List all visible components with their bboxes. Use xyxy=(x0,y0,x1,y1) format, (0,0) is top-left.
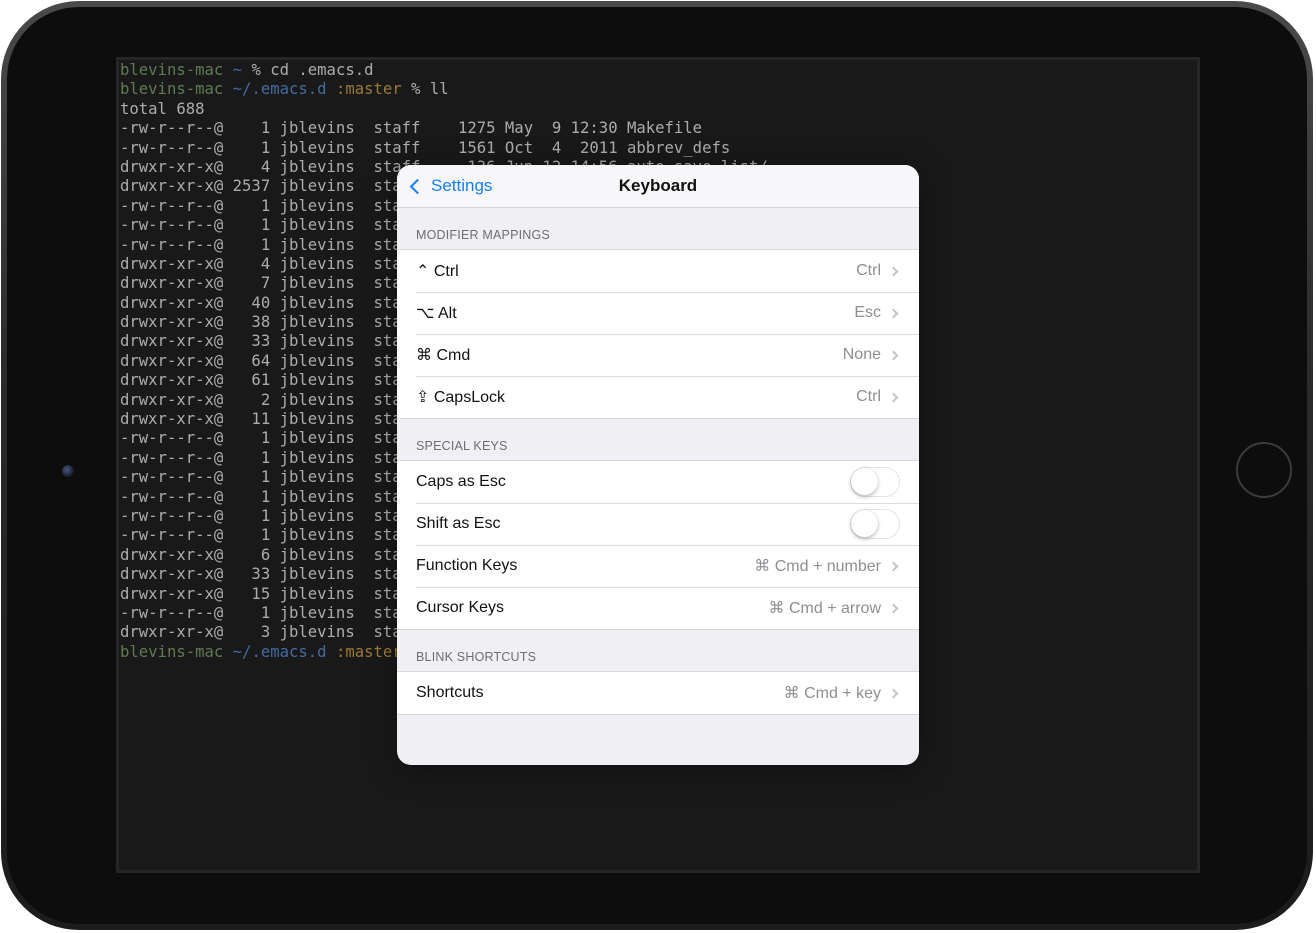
chevron-right-icon xyxy=(888,350,899,360)
row-value: ⌘ Cmd + number xyxy=(754,558,881,575)
row-capslock[interactable]: ⇪ CapsLock Ctrl xyxy=(397,375,919,418)
row-value: None xyxy=(842,346,881,363)
row-label: Caps as Esc xyxy=(416,473,506,490)
row-function-keys[interactable]: Function Keys ⌘ Cmd + number xyxy=(397,544,919,587)
row-value: ⌘ Cmd + arrow xyxy=(768,600,881,617)
row-label: ⌃ Ctrl xyxy=(416,263,459,280)
toggle-knob xyxy=(851,468,878,495)
settings-group: ⌃ Ctrl Ctrl ⌥ Alt Esc ⌘ Cmd None ⇪ CapsLock Ctr… xyxy=(397,249,919,419)
row-cmd[interactable]: ⌘ Cmd None xyxy=(397,333,919,376)
settings-group: Caps as Esc Shift as Esc Function Keys ⌘ Cm… xyxy=(397,460,919,630)
row-label: ⌥ Alt xyxy=(416,305,457,322)
front-camera xyxy=(62,465,74,477)
row-label: Cursor Keys xyxy=(416,599,505,616)
chevron-right-icon xyxy=(888,688,899,698)
toggle-switch[interactable] xyxy=(850,509,900,539)
chevron-right-icon xyxy=(888,266,899,276)
settings-group: Shortcuts ⌘ Cmd + key xyxy=(397,671,919,715)
section-header: SPECIAL KEYS xyxy=(416,439,508,453)
screen: blevins-mac ~ % cd .emacs.d blevins-mac ~/.… xyxy=(116,57,1200,873)
bottom-spacer xyxy=(397,715,919,737)
row-label: ⌘ Cmd xyxy=(416,347,471,364)
row-value: ⌘ Cmd + key xyxy=(783,685,881,702)
page-title: Keyboard xyxy=(618,176,698,195)
toggle-knob xyxy=(851,510,878,537)
row-caps-as-esc: Caps as Esc xyxy=(397,461,919,503)
row-label: ⇪ CapsLock xyxy=(416,389,505,406)
row-alt[interactable]: ⌥ Alt Esc xyxy=(397,291,919,334)
section-header: MODIFIER MAPPINGS xyxy=(416,228,550,242)
section-header: BLINK SHORTCUTS xyxy=(416,650,537,664)
row-cursor-keys[interactable]: Cursor Keys ⌘ Cmd + arrow xyxy=(397,586,919,629)
chevron-right-icon xyxy=(888,308,899,318)
chevron-right-icon xyxy=(888,392,899,402)
row-label: Function Keys xyxy=(416,557,518,574)
row-ctrl[interactable]: ⌃ Ctrl Ctrl xyxy=(397,250,919,292)
home-button[interactable] xyxy=(1236,442,1292,498)
chevron-right-icon xyxy=(888,603,899,613)
row-shift-as-esc: Shift as Esc xyxy=(397,502,919,545)
row-label: Shift as Esc xyxy=(416,515,501,532)
row-value: Ctrl xyxy=(856,262,881,279)
row-label: Shortcuts xyxy=(416,684,484,701)
chevron-right-icon xyxy=(888,561,899,571)
keyboard-settings-sheet: Settings Keyboard MODIFIER MAPPINGS ⌃ Ctr… xyxy=(397,165,919,765)
toggle-switch[interactable] xyxy=(850,467,900,497)
settings-list: MODIFIER MAPPINGS ⌃ Ctrl Ctrl ⌥ Alt Esc ⌘ Cmd… xyxy=(397,208,919,737)
row-shortcuts[interactable]: Shortcuts ⌘ Cmd + key xyxy=(397,672,919,714)
row-value: Esc xyxy=(854,304,881,321)
nav-bar: Settings Keyboard xyxy=(397,165,919,208)
row-value: Ctrl xyxy=(856,388,881,405)
